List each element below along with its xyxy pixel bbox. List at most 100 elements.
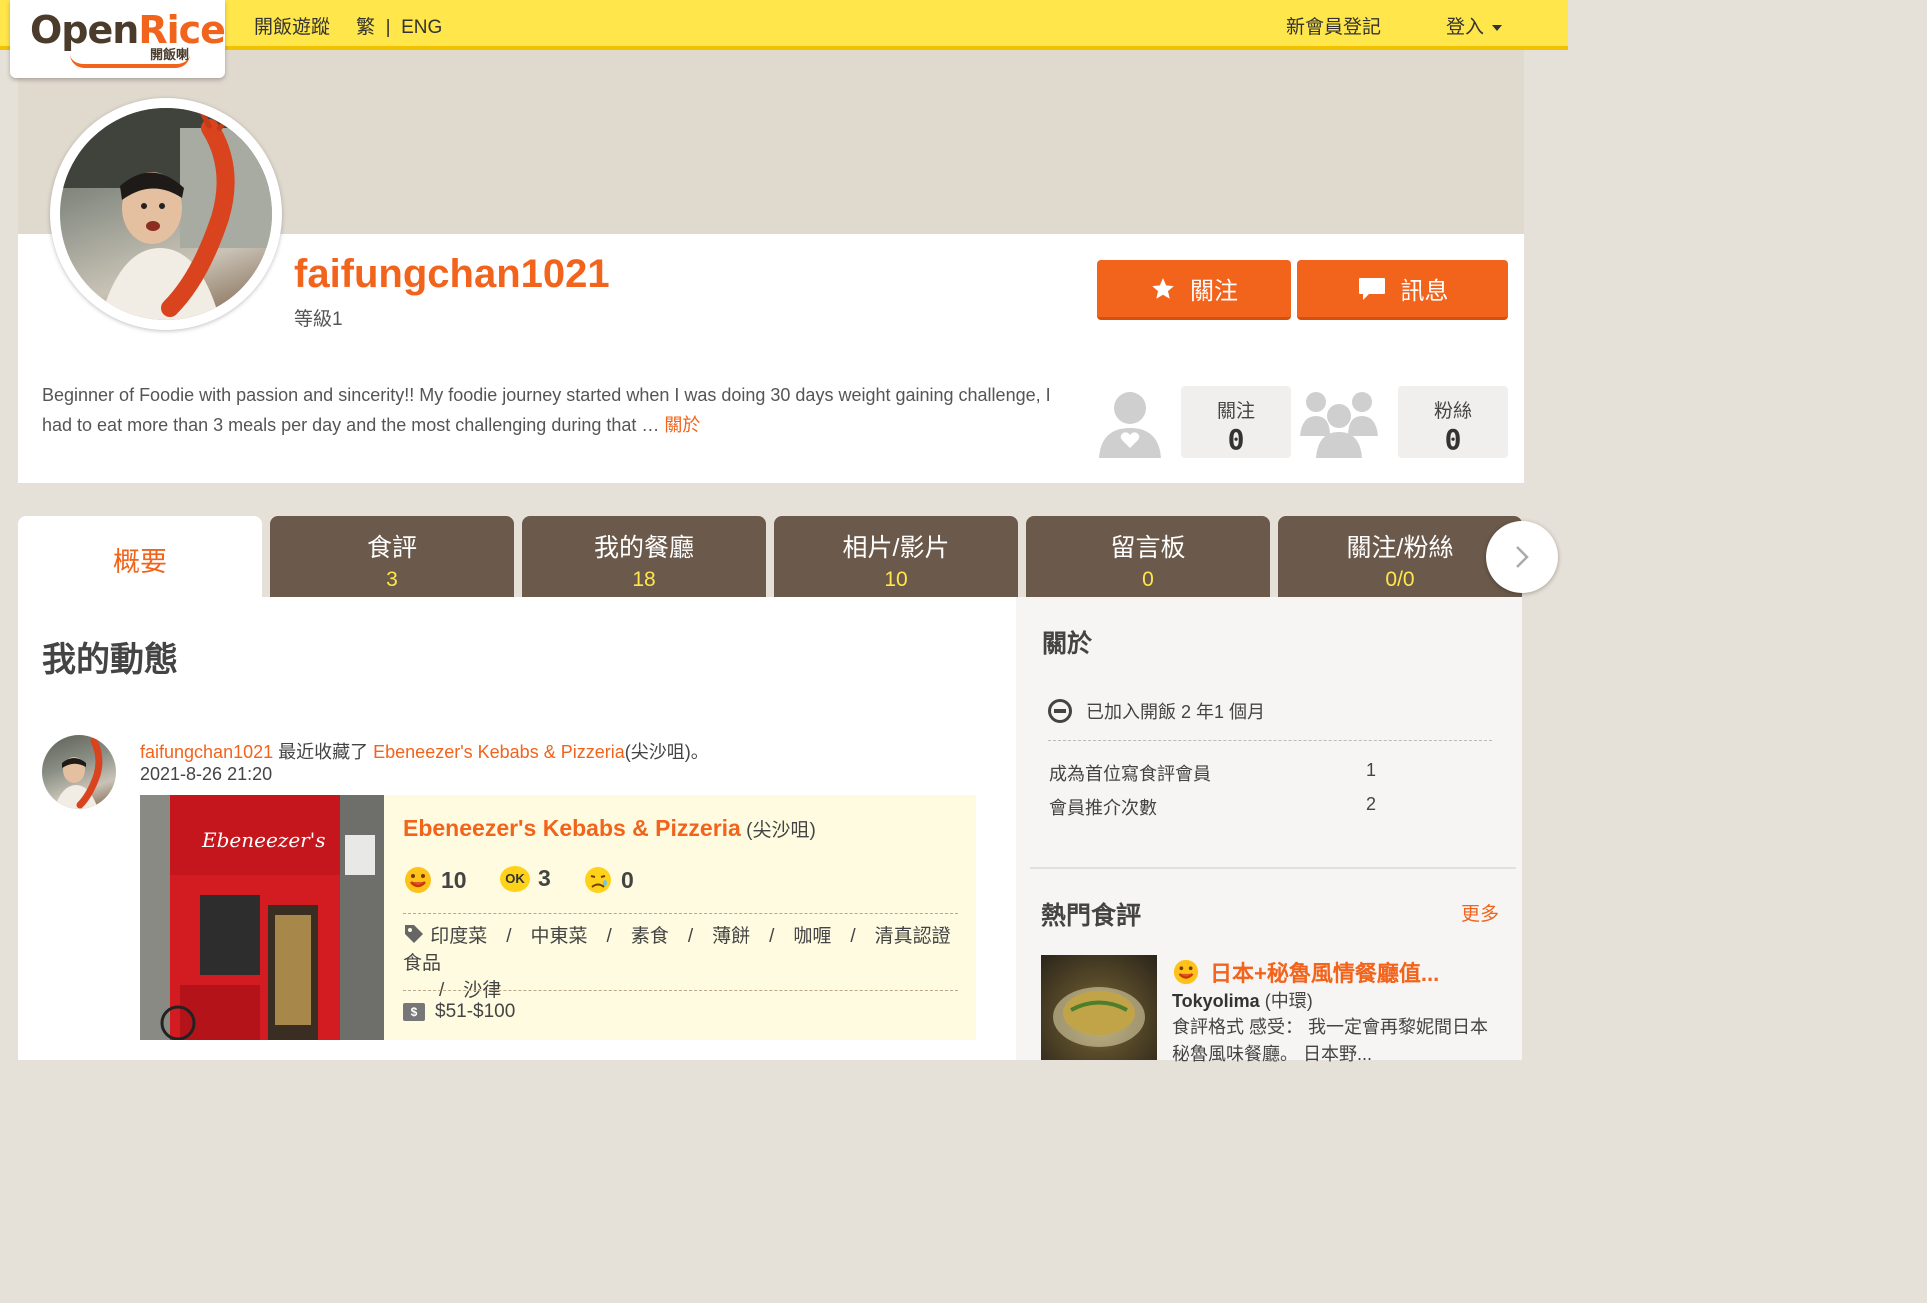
- tab-label: 食評: [366, 534, 417, 562]
- group-people-icon: [1298, 386, 1380, 458]
- tab-count: 0: [1142, 568, 1154, 591]
- smile-count: 10: [441, 866, 467, 893]
- member-icon: [1048, 699, 1072, 723]
- price-range: $ $51-$100: [403, 1001, 515, 1023]
- restaurant-card[interactable]: Ebeneezer's Ebeneezer's Kebabs & Pizzeri…: [140, 795, 976, 1040]
- language-switcher[interactable]: 繁 | ENG: [356, 12, 442, 39]
- card-district: (尖沙咀): [740, 820, 816, 841]
- cuisine-tags: 印度菜 / 中東菜 / 素食 / 薄餅 / 咖喱 / 清真認證食品 / 沙律: [403, 923, 963, 1004]
- profile-level: 等級1: [294, 309, 343, 330]
- activity-timestamp: 2021-8-26 21:20: [140, 764, 273, 784]
- person-heart-icon: [1097, 386, 1163, 458]
- ok-count: 3: [538, 865, 551, 891]
- star-icon: [1152, 277, 1174, 299]
- login-label: 登入: [1446, 17, 1485, 38]
- bio-more-link[interactable]: 關於: [664, 415, 700, 435]
- hot-review-title-text[interactable]: 日本+秘魯風情餐廳值...: [1210, 956, 1439, 988]
- tab-overview[interactable]: 概要: [18, 516, 262, 597]
- card-divider: [403, 990, 958, 991]
- tab-count: 18: [632, 568, 656, 591]
- chevron-right-icon: [1516, 546, 1529, 568]
- activity-user-link[interactable]: faifungchan1021: [140, 742, 273, 762]
- avatar-photo: [60, 108, 272, 320]
- restaurant-photo[interactable]: Ebeneezer's: [140, 795, 384, 1040]
- nav-tracking-link[interactable]: 開飯遊蹤: [254, 12, 330, 39]
- price-range-text: $51-$100: [435, 1001, 516, 1022]
- following-stat[interactable]: 關注 0: [1181, 386, 1291, 458]
- activity-description: faifungchan1021 最近收藏了 Ebeneezer's Kebabs…: [140, 738, 709, 764]
- activity-restaurant-link[interactable]: Ebeneezer's Kebabs & Pizzeria: [373, 742, 625, 762]
- svg-text:Ebeneezer's: Ebeneezer's: [201, 828, 326, 852]
- hot-review-restaurant-name[interactable]: Tokyolima: [1172, 991, 1260, 1011]
- recommend-count: 2: [1366, 794, 1377, 814]
- avatar-illustration: [60, 108, 272, 320]
- card-restaurant-title[interactable]: Ebeneezer's Kebabs & Pizzeria: [403, 815, 741, 841]
- sidebar-divider: [1048, 740, 1492, 741]
- fans-count: 0: [1444, 423, 1462, 456]
- chevron-down-icon: [1492, 24, 1503, 31]
- register-link[interactable]: 新會員登記: [1286, 12, 1381, 39]
- about-title: 關於: [1042, 630, 1093, 658]
- profile-avatar[interactable]: [50, 98, 282, 330]
- tab-label: 我的餐廳: [593, 534, 694, 562]
- money-icon: $: [403, 1003, 425, 1021]
- first-reviewer-count: 1: [1366, 760, 1377, 780]
- tab-label: 留言板: [1110, 534, 1186, 562]
- activity-section-title: 我的動態: [42, 641, 178, 679]
- hot-review-district: (中環): [1259, 991, 1313, 1011]
- cuisine-list-line1[interactable]: 印度菜 / 中東菜 / 素食 / 薄餅 / 咖喱 / 清真認證食品: [403, 926, 951, 974]
- message-button[interactable]: 訊息: [1297, 260, 1508, 320]
- hot-review-food-illustration: [1053, 987, 1145, 1047]
- card-divider: [403, 913, 958, 914]
- login-dropdown[interactable]: 登入: [1446, 12, 1503, 39]
- smile-face-icon: [1173, 959, 1199, 985]
- sidebar-separator: [1030, 867, 1516, 869]
- tab-reviews[interactable]: 食評 3: [270, 516, 514, 597]
- openrice-logo[interactable]: OpenRice 開飯喇: [10, 0, 226, 78]
- hot-review-photo[interactable]: [1041, 955, 1157, 1060]
- tab-count: 10: [884, 568, 908, 591]
- profile-username: faifungchan1021: [294, 252, 610, 296]
- ok-face-icon: OK: [500, 865, 530, 892]
- ok-score: OK 3: [500, 865, 551, 892]
- activity-action-text: 最近收藏了: [273, 742, 374, 762]
- smile-face-icon: [405, 867, 431, 893]
- profile-bio: Beginner of Foodie with passion and sinc…: [42, 380, 1062, 440]
- hot-reviews-title: 熱門食評: [1041, 902, 1142, 930]
- follow-button-label: 關注: [1190, 278, 1238, 305]
- tab-count: 0/0: [1385, 568, 1415, 591]
- hot-reviews-more-link[interactable]: 更多: [1461, 899, 1499, 926]
- tag-icon: [405, 925, 423, 943]
- following-label: 關注: [1216, 401, 1255, 422]
- hot-review-restaurant[interactable]: Tokyolima (中環): [1172, 987, 1313, 1013]
- tab-label: 相片/影片: [842, 534, 950, 562]
- recommend-count-label: 會員推介次數: [1049, 798, 1157, 818]
- hot-review-snippet: 食評格式 感受： 我一定會再黎妮間日本秘魯風味餐廳。 日本野...: [1172, 1017, 1489, 1064]
- fans-stat[interactable]: 粉絲 0: [1398, 386, 1508, 458]
- activity-avatar[interactable]: [42, 735, 116, 809]
- logo-wordmark: OpenRice: [30, 8, 226, 52]
- activity-restaurant-district: (尖沙咀)。: [624, 742, 709, 762]
- tabs-next-button[interactable]: [1486, 521, 1558, 593]
- fans-label: 粉絲: [1433, 401, 1472, 422]
- top-navigation-bar: 開飯遊蹤 繁 | ENG 新會員登記 登入: [0, 0, 1568, 50]
- restaurant-storefront-illustration: Ebeneezer's: [140, 795, 384, 1040]
- logo-open: Open: [30, 8, 139, 52]
- card-restaurant-name[interactable]: Ebeneezer's Kebabs & Pizzeria (尖沙咀): [403, 815, 816, 842]
- smile-score: 10: [403, 865, 467, 895]
- hot-review-title[interactable]: 日本+秘魯風情餐廳值...: [1172, 956, 1439, 988]
- tab-photos-videos[interactable]: 相片/影片 10: [774, 516, 1018, 597]
- lang-traditional-chinese[interactable]: 繁: [356, 17, 375, 38]
- tab-label: 概要: [113, 547, 167, 577]
- lang-separator: |: [385, 17, 391, 38]
- lang-english[interactable]: ENG: [401, 17, 442, 38]
- bio-text: Beginner of Foodie with passion and sinc…: [42, 385, 1051, 435]
- cry-count: 0: [621, 866, 634, 893]
- tab-my-restaurants[interactable]: 我的餐廳 18: [522, 516, 766, 597]
- cry-score: 0: [583, 865, 634, 895]
- joined-text: 已加入開飯 2 年1 個月: [1086, 702, 1266, 722]
- chat-bubble-icon: [1358, 277, 1385, 300]
- follow-button[interactable]: 關注: [1097, 260, 1291, 320]
- cry-face-icon: [585, 867, 611, 893]
- tab-message-board[interactable]: 留言板 0: [1026, 516, 1270, 597]
